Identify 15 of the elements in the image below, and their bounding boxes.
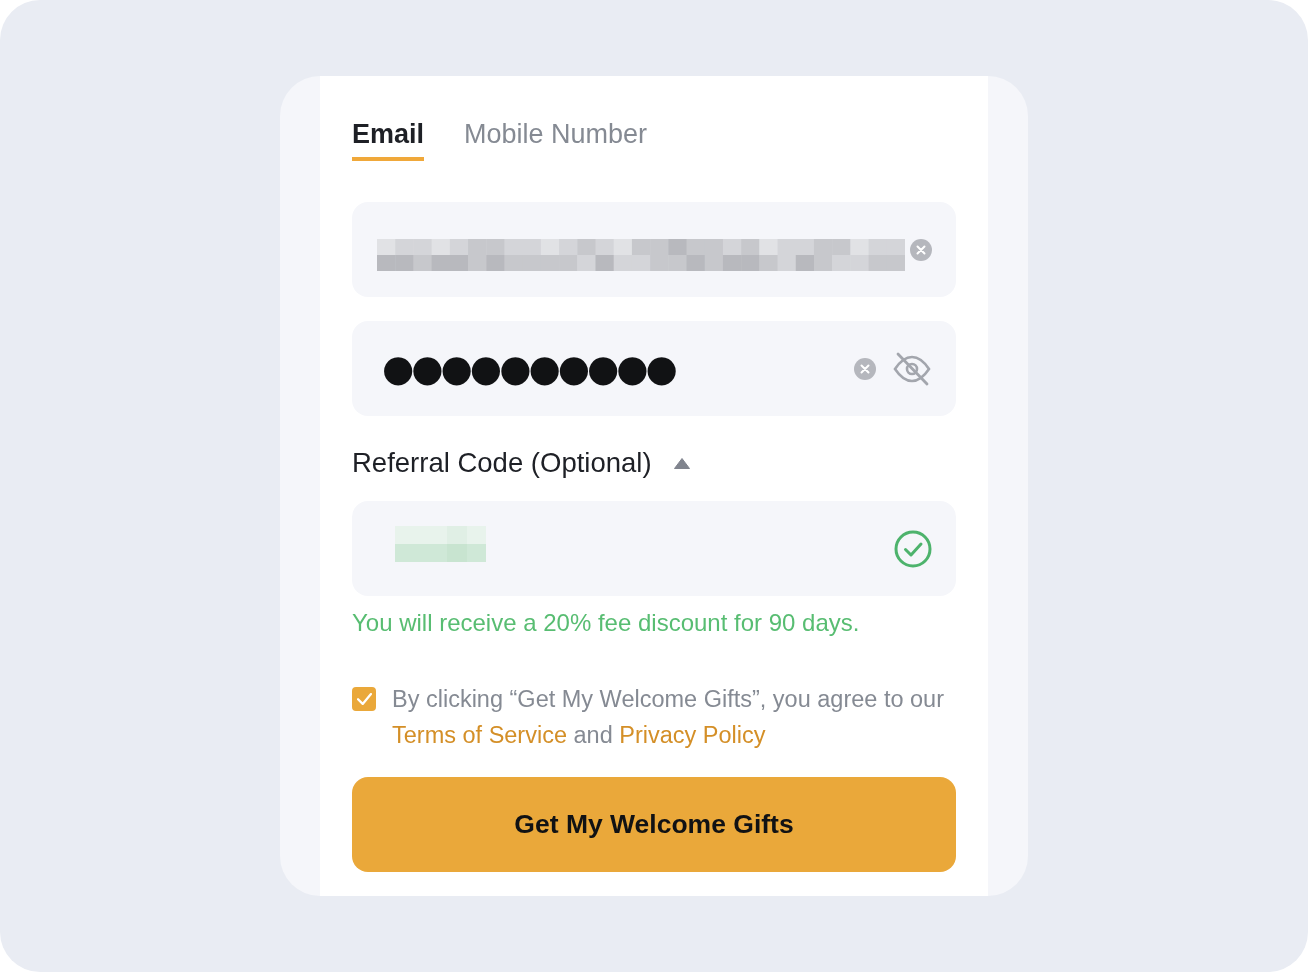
- referral-code-field[interactable]: [352, 501, 956, 596]
- caret-up-icon[interactable]: [673, 457, 690, 469]
- clear-icon[interactable]: [910, 238, 932, 261]
- masked-password: ●●●●●●●●●●: [382, 346, 675, 391]
- clear-icon[interactable]: [854, 357, 876, 380]
- tab[interactable]: Email: [352, 118, 425, 161]
- agreement-checkbox[interactable]: [352, 687, 376, 711]
- eye-slash-icon[interactable]: [893, 351, 931, 386]
- email-field[interactable]: [352, 202, 956, 297]
- password-field[interactable]: ●●●●●●●●●●: [352, 321, 956, 416]
- discount-message: You will receive a 20% fee discount for 90 days.: [352, 608, 861, 638]
- agreement-text: By clicking “Get My Welcome Gifts”, you agree to our Terms of Service and Privacy Policy: [392, 685, 945, 750]
- referral-label[interactable]: Referral Code (Optional): [352, 446, 652, 480]
- submit-button[interactable]: Get My Welcome Gifts: [352, 777, 956, 872]
- checkmark-icon: [356, 693, 372, 705]
